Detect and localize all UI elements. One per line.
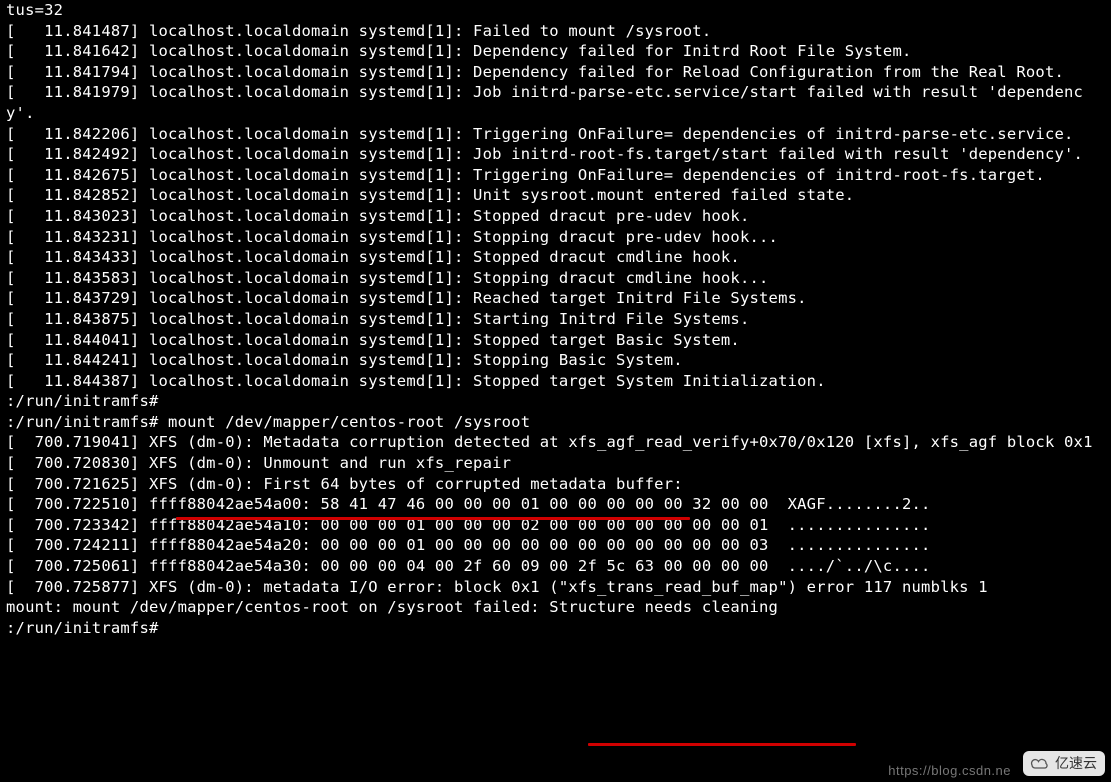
watermark-logo-text: 亿速云 [1055,753,1097,774]
cloud-icon [1029,756,1051,772]
annotation-underline-1 [176,517,690,520]
annotation-underline-2 [588,743,856,746]
watermark-logo: 亿速云 [1023,751,1105,776]
watermark-url: https://blog.csdn.ne [888,761,1011,782]
terminal-output[interactable]: tus=32 [ 11.841487] localhost.localdomai… [0,0,1111,638]
